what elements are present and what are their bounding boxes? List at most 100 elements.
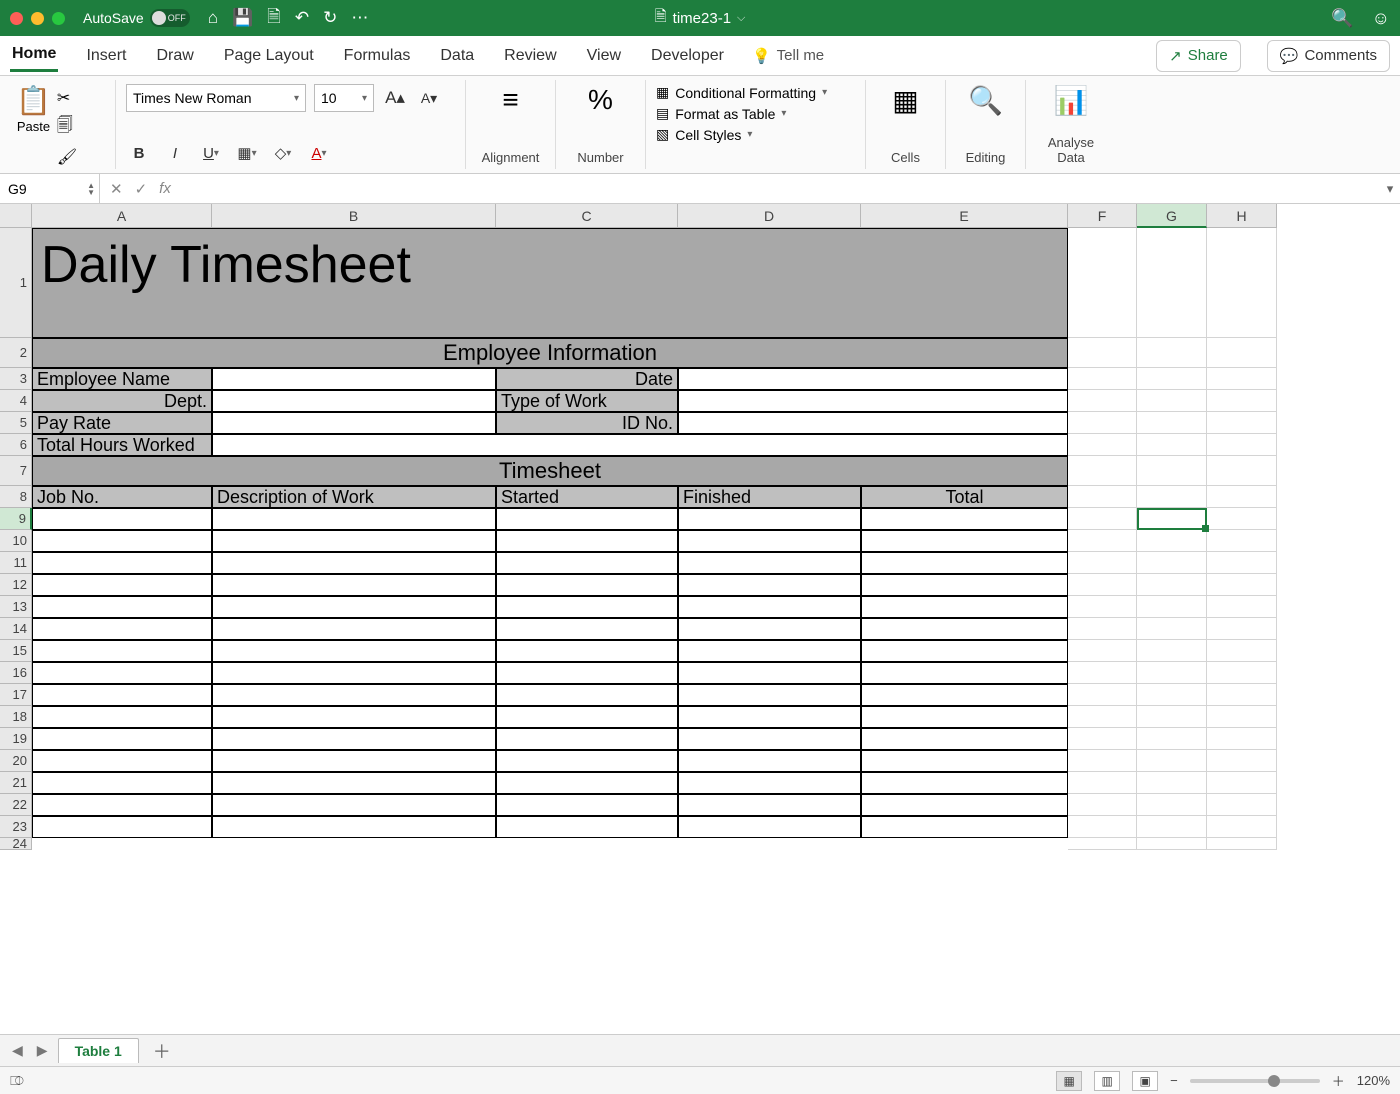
row-header-15[interactable]: 15 — [0, 640, 32, 662]
share-button[interactable]: ↗ Share — [1156, 40, 1241, 72]
employee-info-header[interactable]: Employee Information — [32, 338, 1068, 368]
cell[interactable] — [212, 728, 496, 750]
tab-formulas[interactable]: Formulas — [342, 41, 413, 71]
cell[interactable] — [32, 508, 212, 530]
column-header-F[interactable]: F — [1068, 204, 1137, 228]
cell[interactable] — [861, 596, 1068, 618]
cell[interactable] — [212, 434, 1068, 456]
home-icon[interactable]: ⌂ — [208, 8, 218, 28]
cell[interactable] — [496, 816, 678, 838]
cell[interactable] — [32, 574, 212, 596]
row-header-22[interactable]: 22 — [0, 794, 32, 816]
cells-button[interactable]: ▦ — [876, 84, 935, 117]
cell[interactable] — [32, 816, 212, 838]
cell[interactable]: Finished — [678, 486, 861, 508]
column-header-H[interactable]: H — [1207, 204, 1277, 228]
underline-button[interactable]: U ▾ — [198, 141, 224, 165]
copy-icon[interactable]: 🗐 — [57, 114, 77, 141]
cell[interactable] — [496, 684, 678, 706]
row-header-10[interactable]: 10 — [0, 530, 32, 552]
alignment-button[interactable]: ≡ — [476, 84, 545, 116]
tab-data[interactable]: Data — [438, 41, 476, 71]
cell[interactable] — [212, 618, 496, 640]
italic-button[interactable]: I — [162, 141, 188, 165]
tell-me-search[interactable]: 💡 Tell me — [752, 47, 824, 65]
redo-icon[interactable]: ↻ — [323, 8, 337, 28]
account-icon[interactable]: ☺ — [1372, 8, 1390, 29]
font-name-dropdown[interactable]: Times New Roman▾ — [126, 84, 306, 112]
cell[interactable]: Type of Work — [496, 390, 678, 412]
macro-icon[interactable]: ⎄ — [10, 1073, 24, 1089]
row-header-20[interactable]: 20 — [0, 750, 32, 772]
row-header-2[interactable]: 2 — [0, 338, 32, 368]
cell[interactable] — [212, 706, 496, 728]
cell[interactable] — [678, 508, 861, 530]
row-header-3[interactable]: 3 — [0, 368, 32, 390]
cell[interactable] — [32, 662, 212, 684]
analyse-data-button[interactable]: 📊 — [1036, 84, 1106, 117]
row-header-17[interactable]: 17 — [0, 684, 32, 706]
font-size-dropdown[interactable]: 10▾ — [314, 84, 374, 112]
cell[interactable] — [861, 662, 1068, 684]
zoom-level[interactable]: 120% — [1357, 1073, 1390, 1088]
comments-button[interactable]: 💬 Comments — [1267, 40, 1390, 72]
minimize-window-icon[interactable] — [31, 12, 44, 25]
cell[interactable] — [496, 728, 678, 750]
column-header-D[interactable]: D — [678, 204, 861, 228]
format-painter-icon[interactable]: 🖌 — [57, 147, 77, 167]
cell[interactable] — [32, 596, 212, 618]
cell[interactable] — [678, 390, 1068, 412]
name-box[interactable]: G9 ▲▼ — [0, 174, 100, 203]
paste-button[interactable]: 📋 Paste — [16, 84, 51, 167]
cell[interactable]: Description of Work — [212, 486, 496, 508]
normal-view-icon[interactable]: ▦ — [1056, 1071, 1082, 1091]
cell[interactable] — [212, 368, 496, 390]
cell[interactable] — [678, 412, 1068, 434]
font-color-button[interactable]: A ▾ — [306, 141, 332, 165]
cell[interactable] — [678, 706, 861, 728]
autosave-switch[interactable]: OFF — [150, 9, 190, 27]
cell[interactable] — [678, 662, 861, 684]
cell[interactable] — [861, 750, 1068, 772]
spreadsheet-grid[interactable]: ABCDEFGH 1234567891011121314151617181920… — [0, 204, 1400, 1034]
cell[interactable] — [678, 574, 861, 596]
cell[interactable] — [496, 596, 678, 618]
cell[interactable] — [496, 794, 678, 816]
cell[interactable]: Employee Name — [32, 368, 212, 390]
cell[interactable] — [496, 750, 678, 772]
cell[interactable] — [496, 618, 678, 640]
cell[interactable] — [212, 596, 496, 618]
cell[interactable] — [678, 750, 861, 772]
sheet-tab-table1[interactable]: Table 1 — [58, 1038, 139, 1063]
row-header-1[interactable]: 1 — [0, 228, 32, 338]
cell[interactable]: Started — [496, 486, 678, 508]
next-sheet-icon[interactable]: ▶ — [33, 1042, 52, 1059]
cell[interactable] — [32, 750, 212, 772]
tab-draw[interactable]: Draw — [154, 41, 195, 71]
tab-review[interactable]: Review — [502, 41, 558, 71]
cell[interactable] — [212, 794, 496, 816]
number-format-button[interactable]: % — [566, 84, 635, 116]
column-header-E[interactable]: E — [861, 204, 1068, 228]
zoom-in-icon[interactable]: ＋ — [1332, 1071, 1345, 1090]
cell[interactable] — [861, 728, 1068, 750]
cell[interactable] — [861, 816, 1068, 838]
cell[interactable] — [496, 640, 678, 662]
cell[interactable] — [32, 618, 212, 640]
row-header-13[interactable]: 13 — [0, 596, 32, 618]
cell[interactable]: Total Hours Worked — [32, 434, 212, 456]
cell[interactable] — [678, 772, 861, 794]
cell[interactable] — [678, 530, 861, 552]
row-header-24[interactable]: 24 — [0, 838, 32, 850]
decrease-font-icon[interactable]: A▾ — [416, 86, 442, 110]
zoom-out-icon[interactable]: − — [1170, 1073, 1178, 1088]
enter-formula-icon[interactable]: ✓ — [135, 180, 148, 198]
cell[interactable]: ID No. — [496, 412, 678, 434]
cell[interactable] — [496, 552, 678, 574]
tab-developer[interactable]: Developer — [649, 41, 726, 71]
cell[interactable] — [212, 530, 496, 552]
cell[interactable] — [32, 552, 212, 574]
cell[interactable] — [861, 794, 1068, 816]
cell[interactable]: Total — [861, 486, 1068, 508]
cell[interactable] — [496, 508, 678, 530]
